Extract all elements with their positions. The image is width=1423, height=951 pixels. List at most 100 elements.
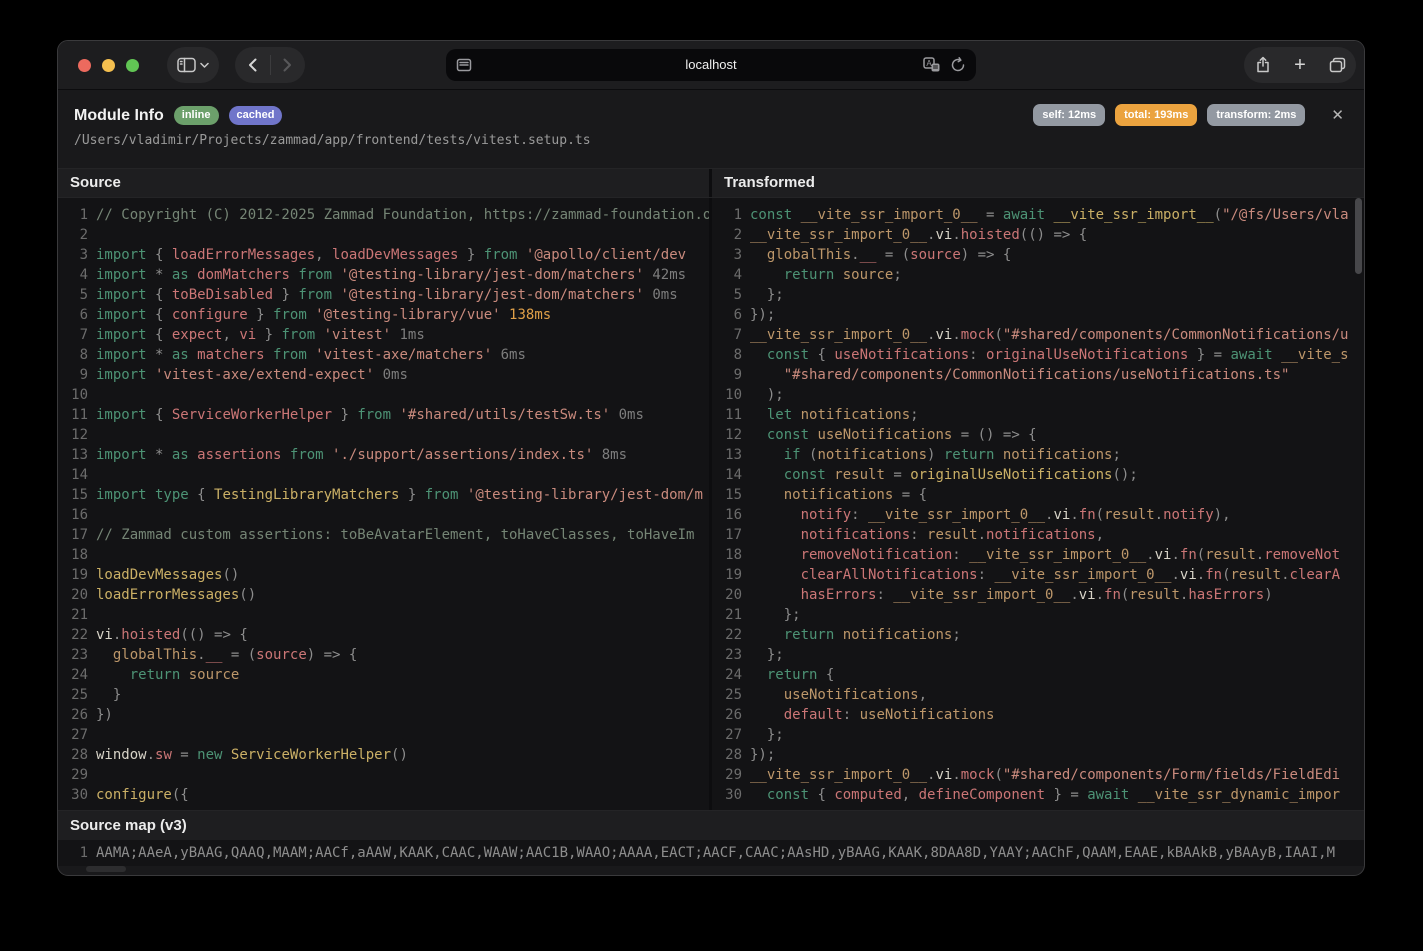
code-line: 12 bbox=[58, 425, 709, 445]
code-line: 25 useNotifications, bbox=[712, 685, 1364, 705]
line-number: 12 bbox=[712, 425, 742, 445]
transform-time-badge: transform: 2ms bbox=[1207, 104, 1305, 126]
line-number: 28 bbox=[712, 745, 742, 765]
share-icon bbox=[1255, 56, 1271, 74]
desktop-background: localhost A bbox=[0, 0, 1423, 951]
vertical-scrollbar[interactable] bbox=[1355, 198, 1362, 274]
total-time-badge: total: 193ms bbox=[1115, 104, 1197, 126]
transformed-code-panel[interactable]: 1const __vite_ssr_import_0__ = await __v… bbox=[712, 198, 1364, 810]
toolbar-right-buttons: + bbox=[1244, 47, 1356, 83]
zoom-window-button[interactable] bbox=[126, 59, 139, 72]
plus-icon: + bbox=[1294, 55, 1306, 75]
line-number: 16 bbox=[58, 505, 88, 525]
share-button[interactable] bbox=[1245, 47, 1282, 83]
code-line: 1// Copyright (C) 2012-2025 Zammad Found… bbox=[58, 205, 709, 225]
line-number: 25 bbox=[58, 685, 88, 705]
line-number: 11 bbox=[712, 405, 742, 425]
line-number: 30 bbox=[712, 785, 742, 805]
code-line: 25 } bbox=[58, 685, 709, 705]
line-number: 15 bbox=[58, 485, 88, 505]
line-number: 27 bbox=[58, 725, 88, 745]
transformed-panel-title: Transformed bbox=[712, 169, 1365, 197]
line-number: 29 bbox=[58, 765, 88, 785]
address-bar[interactable]: localhost A bbox=[446, 49, 976, 81]
line-number: 7 bbox=[712, 325, 742, 345]
line-number: 12 bbox=[58, 425, 88, 445]
code-line: 17// Zammad custom assertions: toBeAvata… bbox=[58, 525, 709, 545]
code-line: 9import 'vitest-axe/extend-expect' 0ms bbox=[58, 365, 709, 385]
code-line: 20loadErrorMessages() bbox=[58, 585, 709, 605]
sourcemap-title: Source map (v3) bbox=[58, 810, 1364, 840]
reload-button[interactable] bbox=[950, 57, 966, 73]
code-line: 11import { ServiceWorkerHelper } from '#… bbox=[58, 405, 709, 425]
timing-badges: self: 12ms total: 193ms transform: 2ms bbox=[1033, 104, 1305, 126]
code-line: 20 hasErrors: __vite_ssr_import_0__.vi.f… bbox=[712, 585, 1364, 605]
code-line: 13import * as assertions from './support… bbox=[58, 445, 709, 465]
code-line: 19 clearAllNotifications: __vite_ssr_imp… bbox=[712, 565, 1364, 585]
translate-icon[interactable]: A bbox=[923, 57, 940, 73]
code-line: 27 bbox=[58, 725, 709, 745]
back-button[interactable] bbox=[236, 47, 270, 83]
minimize-window-button[interactable] bbox=[102, 59, 115, 72]
line-number: 14 bbox=[58, 465, 88, 485]
line-number: 23 bbox=[58, 645, 88, 665]
source-code-panel[interactable]: 1// Copyright (C) 2012-2025 Zammad Found… bbox=[58, 198, 709, 810]
line-number: 1 bbox=[58, 840, 88, 866]
line-number: 25 bbox=[712, 685, 742, 705]
code-line: 30 const { computed, defineComponent } =… bbox=[712, 785, 1364, 805]
code-line: 18 removeNotification: __vite_ssr_import… bbox=[712, 545, 1364, 565]
line-number: 18 bbox=[58, 545, 88, 565]
code-line: 12 const useNotifications = () => { bbox=[712, 425, 1364, 445]
self-time-badge: self: 12ms bbox=[1033, 104, 1105, 126]
chevron-down-icon bbox=[200, 62, 209, 68]
code-line: 28window.sw = new ServiceWorkerHelper() bbox=[58, 745, 709, 765]
code-line: 23 globalThis.__ = (source) => { bbox=[58, 645, 709, 665]
code-line: 26}) bbox=[58, 705, 709, 725]
code-line: 5import { toBeDisabled } from '@testing-… bbox=[58, 285, 709, 305]
code-line: 4import * as domMatchers from '@testing-… bbox=[58, 265, 709, 285]
horizontal-scrollbar[interactable] bbox=[86, 866, 126, 872]
line-number: 21 bbox=[58, 605, 88, 625]
code-line: 16 notify: __vite_ssr_import_0__.vi.fn(r… bbox=[712, 505, 1364, 525]
sidebar-toggle-button[interactable] bbox=[167, 47, 219, 83]
browser-window: localhost A bbox=[57, 40, 1365, 876]
code-line: 7import { expect, vi } from 'vitest' 1ms bbox=[58, 325, 709, 345]
line-number: 6 bbox=[712, 305, 742, 325]
code-line: 21 }; bbox=[712, 605, 1364, 625]
code-line: 13 if (notifications) return notificatio… bbox=[712, 445, 1364, 465]
line-number: 18 bbox=[712, 545, 742, 565]
url-text: localhost bbox=[446, 49, 976, 81]
code-line: 19loadDevMessages() bbox=[58, 565, 709, 585]
close-window-button[interactable] bbox=[78, 59, 91, 72]
new-tab-button[interactable]: + bbox=[1282, 47, 1319, 83]
line-number: 17 bbox=[58, 525, 88, 545]
code-area: 1// Copyright (C) 2012-2025 Zammad Found… bbox=[58, 198, 1364, 810]
code-line: 22vi.hoisted(() => { bbox=[58, 625, 709, 645]
tab-overview-button[interactable] bbox=[1319, 47, 1356, 83]
close-icon: ✕ bbox=[1331, 107, 1344, 124]
code-line: 6}); bbox=[712, 305, 1364, 325]
line-number: 11 bbox=[58, 405, 88, 425]
line-number: 30 bbox=[58, 785, 88, 805]
line-number: 4 bbox=[712, 265, 742, 285]
source-panel-title: Source bbox=[58, 169, 709, 197]
code-line: 2__vite_ssr_import_0__.vi.hoisted(() => … bbox=[712, 225, 1364, 245]
chevron-right-icon bbox=[283, 58, 292, 72]
close-panel-button[interactable]: ✕ bbox=[1331, 108, 1344, 123]
line-number: 23 bbox=[712, 645, 742, 665]
code-line: 6import { configure } from '@testing-lib… bbox=[58, 305, 709, 325]
line-number: 2 bbox=[712, 225, 742, 245]
svg-text:A: A bbox=[926, 59, 932, 68]
code-line: 15import type { TestingLibraryMatchers }… bbox=[58, 485, 709, 505]
line-number: 1 bbox=[58, 205, 88, 225]
code-line: 26 default: useNotifications bbox=[712, 705, 1364, 725]
code-line: 14 const result = originalUseNotificatio… bbox=[712, 465, 1364, 485]
line-number: 26 bbox=[712, 705, 742, 725]
sourcemap-line[interactable]: 1 AAMA;AAeA,yBAAG,QAAQ,MAAM;AACf,aAAW,KA… bbox=[58, 840, 1364, 866]
code-line: 24 return source bbox=[58, 665, 709, 685]
forward-button[interactable] bbox=[271, 47, 305, 83]
line-number: 3 bbox=[58, 245, 88, 265]
code-line: 10 ); bbox=[712, 385, 1364, 405]
line-number: 29 bbox=[712, 765, 742, 785]
line-number: 14 bbox=[712, 465, 742, 485]
